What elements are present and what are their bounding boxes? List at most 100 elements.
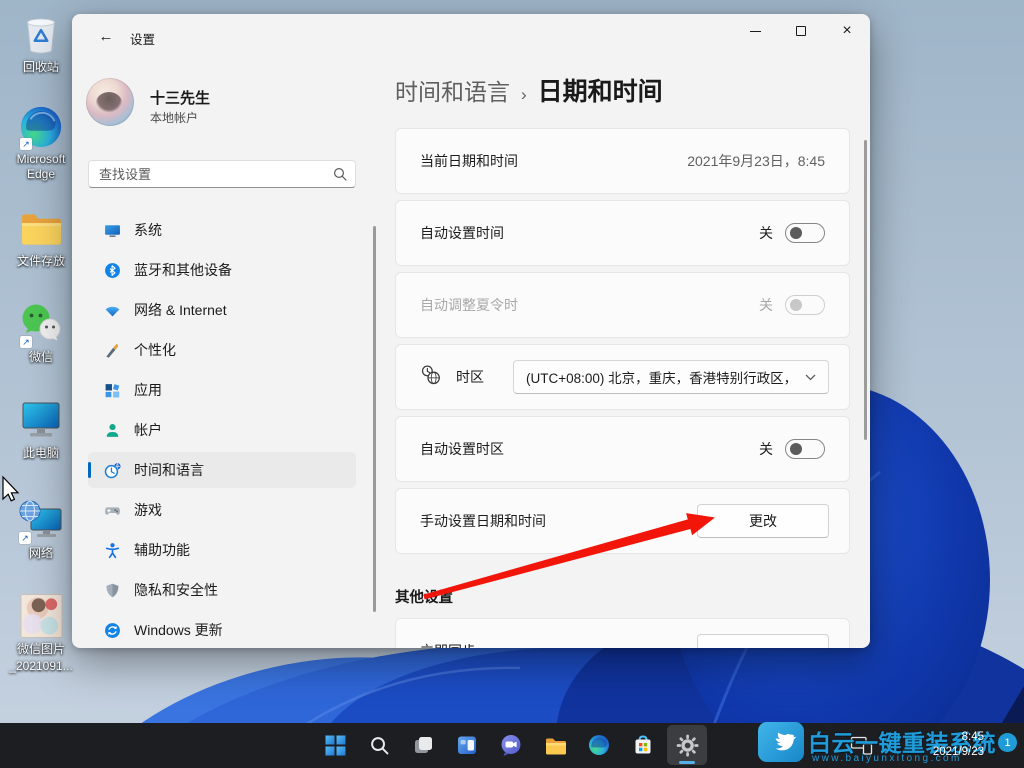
back-button[interactable]: ←	[94, 25, 118, 47]
notification-badge[interactable]: 1	[998, 733, 1017, 752]
edge-icon: ↗	[18, 100, 64, 150]
sidebar-item-label: 帐户	[134, 422, 162, 438]
clock-language-icon	[104, 462, 121, 479]
apps-icon	[104, 382, 121, 399]
minimize-button[interactable]	[732, 14, 778, 48]
timezone-globe-clock-icon	[420, 364, 441, 390]
titlebar[interactable]: ← 设置 ×	[72, 14, 870, 58]
sidebar-item-label: 蓝牙和其他设备	[134, 262, 232, 278]
row-label: 时区	[456, 369, 484, 385]
row-sync-now: 立即同步	[395, 618, 850, 648]
desktop-icon-folder[interactable]: 文件存放	[2, 202, 80, 269]
avatar[interactable]	[86, 78, 134, 126]
daylight-saving-toggle	[785, 295, 825, 315]
row-label: 自动设置时间	[420, 225, 504, 241]
task-view-button[interactable]	[403, 725, 443, 765]
row-label: 自动调整夏令时	[420, 297, 518, 313]
toggle-group: 关	[759, 223, 825, 243]
content-scrollbar[interactable]	[864, 140, 867, 440]
timezone-value: (UTC+08:00) 北京，重庆，香港特别行政区，	[526, 371, 798, 386]
sidebar-item-accounts[interactable]: 帐户	[88, 412, 356, 448]
widgets-button[interactable]	[447, 725, 487, 765]
minimize-icon	[749, 30, 761, 32]
toggle-group: 关	[759, 295, 825, 315]
desktop-icon-network[interactable]: ↗ 网络	[2, 494, 80, 561]
taskbar-clock[interactable]: 8:45 2021/9/23	[933, 730, 984, 760]
sidebar-item-label: 隐私和安全性	[134, 582, 218, 598]
store-button[interactable]	[623, 725, 663, 765]
search-icon	[333, 167, 347, 186]
close-button[interactable]: ×	[824, 14, 870, 48]
account-icon	[104, 422, 121, 439]
file-explorer-button[interactable]	[535, 725, 575, 765]
sidebar-item-label: Windows 更新	[134, 622, 223, 638]
sync-now-button[interactable]	[697, 634, 829, 648]
desktop-icon-wechat[interactable]: ↗ 微信	[2, 298, 80, 365]
sidebar-item-system[interactable]: 系统	[88, 212, 356, 248]
desktop-icon-label: 微信图片	[16, 642, 65, 656]
brush-icon	[104, 342, 121, 359]
row-auto-set-time: 自动设置时间 关	[395, 200, 850, 266]
sidebar-item-label: 游戏	[134, 502, 162, 518]
chevron-down-icon	[805, 368, 816, 386]
bluetooth-icon	[104, 262, 121, 279]
wechat-icon: ↗	[18, 298, 64, 348]
desktop-icon-this-pc[interactable]: 此电脑	[2, 394, 80, 461]
edge-taskbar-button[interactable]	[579, 725, 619, 765]
recycle-bin-icon	[18, 8, 64, 58]
sidebar-item-time-language[interactable]: 时间和语言	[88, 452, 356, 488]
sidebar-item-windows-update[interactable]: Windows 更新	[88, 612, 356, 648]
timezone-dropdown[interactable]: (UTC+08:00) 北京，重庆，香港特别行政区，	[513, 360, 829, 394]
toggle-state-label: 关	[759, 225, 773, 241]
window-controls: ×	[732, 14, 870, 48]
sidebar-item-privacy[interactable]: 隐私和安全性	[88, 572, 356, 608]
sidebar-item-personalization[interactable]: 个性化	[88, 332, 356, 368]
desktop-icon-recycle-bin[interactable]: 回收站	[2, 8, 80, 75]
toggle-knob	[790, 299, 802, 311]
watermark-bird-icon	[758, 722, 804, 762]
wifi-icon	[104, 302, 121, 319]
shield-icon	[104, 582, 121, 599]
sidebar-item-apps[interactable]: 应用	[88, 372, 356, 408]
sidebar-item-gaming[interactable]: 游戏	[88, 492, 356, 528]
taskbar: 8:45 2021/9/23 1 白云一键重装系统 www.baiyunxito…	[0, 722, 1024, 768]
settings-window: ← 设置 × 十三先生 本地帐户 系统	[72, 14, 870, 648]
desktop-icon-wechat-image[interactable]: 微信图片 _2021091...	[2, 590, 80, 674]
toggle-knob	[790, 443, 802, 455]
window-title: 设置	[130, 33, 156, 47]
desktop-icon-edge[interactable]: ↗ Microsoft Edge	[2, 100, 80, 182]
chat-button[interactable]	[491, 725, 531, 765]
row-label: 手动设置日期和时间	[420, 513, 546, 529]
sidebar-item-label: 个性化	[134, 342, 176, 358]
close-icon: ×	[842, 22, 852, 39]
sidebar-scrollbar[interactable]	[373, 226, 376, 612]
row-current-datetime: 当前日期和时间 2021年9月23日，8:45	[395, 128, 850, 194]
profile-name: 十三先生	[150, 90, 211, 107]
settings-taskbar-button[interactable]	[667, 725, 707, 765]
row-manual-datetime: 手动设置日期和时间 更改	[395, 488, 850, 554]
current-datetime-value: 2021年9月23日，8:45	[687, 153, 825, 169]
row-label: 自动设置时区	[420, 441, 504, 457]
breadcrumb-parent[interactable]: 时间和语言	[395, 73, 510, 107]
maximize-button[interactable]	[778, 14, 824, 48]
change-button[interactable]: 更改	[697, 504, 829, 538]
sidebar-item-bluetooth[interactable]: 蓝牙和其他设备	[88, 252, 356, 288]
sidebar-item-network[interactable]: 网络 & Internet	[88, 292, 356, 328]
page-title: 日期和时间	[537, 78, 663, 106]
taskbar-search-button[interactable]	[359, 725, 399, 765]
sidebar-item-accessibility[interactable]: 辅助功能	[88, 532, 356, 568]
desktop-icon-label: 文件存放	[16, 254, 65, 268]
update-icon	[104, 622, 121, 639]
sidebar-item-label: 网络 & Internet	[134, 302, 227, 318]
start-button[interactable]	[315, 725, 355, 765]
search-input[interactable]	[88, 160, 356, 188]
folder-icon	[18, 202, 65, 252]
sidebar-item-label: 应用	[134, 382, 162, 398]
auto-set-timezone-toggle[interactable]	[785, 439, 825, 459]
toggle-state-label: 关	[759, 297, 773, 313]
toggle-state-label: 关	[759, 441, 773, 457]
sidebar-item-label: 系统	[134, 222, 162, 238]
cast-tray-icon[interactable]	[850, 735, 874, 761]
auto-set-time-toggle[interactable]	[785, 223, 825, 243]
desktop-icon-label: Microsoft Edge	[16, 152, 66, 181]
